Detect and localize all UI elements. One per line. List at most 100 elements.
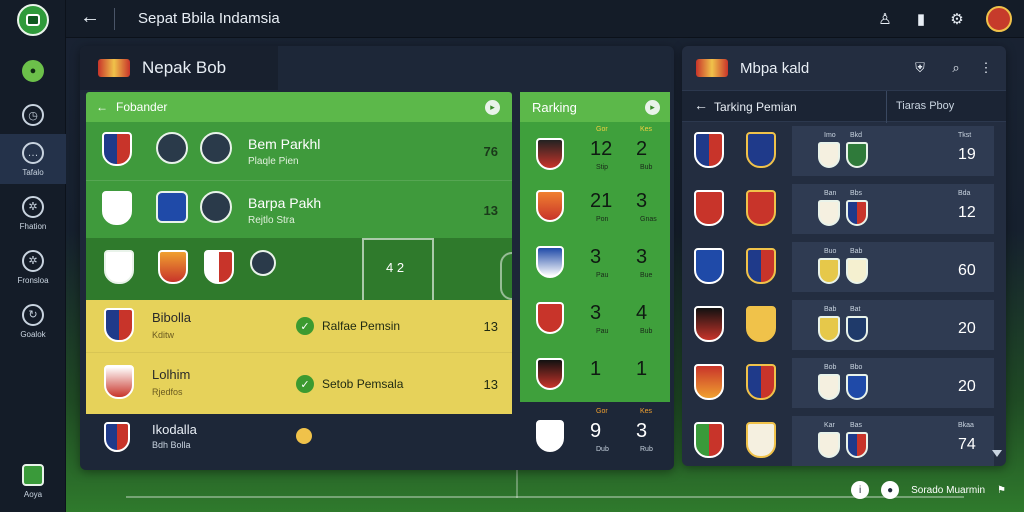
- avatar[interactable]: [986, 6, 1012, 32]
- fixtures-back-button[interactable]: ←: [96, 100, 108, 114]
- team-crest-icon: [846, 316, 868, 342]
- fixtures-card: ← Fobander ▸ Bem Parkhl Plaqle Pien 76 B…: [86, 92, 512, 508]
- team-crest-icon: [846, 258, 868, 284]
- player-avatar: [156, 132, 188, 164]
- match-pitch-row[interactable]: 4 2: [86, 238, 512, 300]
- fixtures-header: ← Fobander ▸: [86, 92, 512, 122]
- player-avatar: [200, 132, 232, 164]
- sidebar-item-chat[interactable]: … Tafalo: [0, 134, 66, 184]
- highlight-row[interactable]: Bibolla Kditw ✓ Ralfae Pemsin 13: [86, 300, 512, 352]
- sidebar-item-results[interactable]: ✲ Fronsloa: [0, 242, 66, 292]
- team-crest-icon: [104, 422, 130, 452]
- search-icon[interactable]: ⌕: [946, 58, 966, 78]
- pitch-score: 4 2: [386, 260, 405, 275]
- ranking-row[interactable]: 1 1: [520, 346, 670, 402]
- team-crest-icon: [746, 132, 776, 168]
- team-crest-icon: [846, 374, 868, 400]
- team-crest-icon: [746, 306, 776, 342]
- standings-row[interactable]: Imo Bkd Tkst 19: [682, 124, 1006, 176]
- ranking-value: 1: [590, 358, 602, 380]
- standings-row[interactable]: Kar Bas Bkaa 74: [682, 414, 1006, 466]
- divider: [114, 8, 115, 30]
- ranking-row[interactable]: Gor Kes 9 3 Dub Rub: [520, 402, 670, 466]
- settings-icon[interactable]: ⚙: [946, 8, 968, 30]
- ranking-sub: Gnas: [640, 216, 657, 223]
- team-sub: Rjedfos: [152, 387, 183, 397]
- team-crest-icon: [746, 422, 776, 458]
- team-name: Lolhim: [152, 367, 191, 382]
- info-icon[interactable]: i: [851, 481, 870, 499]
- fixture-score: 13: [483, 203, 498, 218]
- team-name: Bibolla: [152, 310, 192, 325]
- stats-icon[interactable]: ▮: [910, 8, 932, 30]
- ranking-col-label: Gor: [596, 408, 608, 415]
- sidebar-item-home[interactable]: ●: [0, 46, 66, 96]
- standings-row[interactable]: Ban Bbs Bda 12: [682, 182, 1006, 234]
- standings-tab-ranking[interactable]: Tarking Pemian: [714, 100, 797, 114]
- highlight-row[interactable]: Lolhim Rjedfos ✓ Setob Pemsala 13: [86, 352, 512, 414]
- ranking-value: 3: [636, 246, 648, 268]
- team-crest-icon: [846, 142, 868, 168]
- team-crest-icon: [746, 364, 776, 400]
- ball-icon[interactable]: ●: [881, 481, 900, 499]
- sidebar-item-label: Tafalo: [22, 167, 44, 177]
- expand-icon[interactable]: ▸: [485, 100, 500, 115]
- expand-icon[interactable]: ▸: [645, 100, 660, 115]
- team-crest-icon: [694, 364, 724, 400]
- ranking-row[interactable]: 3 4 Pau Bub: [520, 290, 670, 346]
- ball-icon: ●: [22, 60, 44, 82]
- person-icon[interactable]: ♙: [874, 8, 896, 30]
- ranking-value: 3: [590, 302, 602, 324]
- standings-tab-side[interactable]: Tiaras Pboy: [896, 100, 954, 112]
- team-crest-icon: [156, 191, 188, 223]
- back-button[interactable]: ←: [80, 6, 100, 29]
- ranking-row[interactable]: 3 3 Pau Bue: [520, 234, 670, 290]
- ranking-col-label: Kes: [640, 408, 653, 415]
- ranking-row[interactable]: 21 3 Pon Gnas: [520, 178, 670, 234]
- app-title: Sepat Bbila Indamsia: [138, 10, 280, 27]
- fixture-row[interactable]: Barpa Pakh Rejtlo Stra 13: [86, 180, 512, 238]
- team-crest-icon: [818, 316, 840, 342]
- standings-back-button[interactable]: ←: [694, 97, 708, 113]
- shield-icon[interactable]: ⛨: [910, 58, 930, 78]
- sidebar-item-history[interactable]: ◷: [0, 90, 66, 140]
- team-crest-icon: [818, 142, 840, 168]
- team-crest-icon: [846, 432, 868, 458]
- team-crest-icon: [694, 190, 724, 226]
- gear-ball-icon: ✲: [22, 195, 44, 218]
- top-bar: ← Sepat Bbila Indamsia ♙ ▮ ⚙: [66, 0, 1024, 38]
- standings-row[interactable]: Bab Bat 20: [682, 298, 1006, 350]
- sidebar-item-profile[interactable]: Aoya: [0, 456, 66, 506]
- scroll-down-icon[interactable]: [992, 450, 1002, 457]
- sidebar-item-fixtures[interactable]: ✲ Fhation: [0, 188, 66, 238]
- pitch-arc: [500, 252, 512, 300]
- standings-subheader: ← Tarking Pemian Tiaras Pboy: [682, 90, 1006, 123]
- score-label: Bda: [958, 190, 971, 197]
- ranking-row[interactable]: Gor Kes 12 2 Stip Bub: [520, 122, 670, 178]
- check-icon: ✓: [296, 317, 314, 335]
- team-crest-icon: [536, 246, 564, 278]
- refresh-icon: ↻: [22, 303, 44, 326]
- clock-icon: ◷: [22, 104, 44, 126]
- team-crest-icon: [536, 138, 564, 170]
- more-icon[interactable]: ⋮: [976, 58, 996, 78]
- standings-row[interactable]: Bob Bbo 20: [682, 356, 1006, 408]
- ranking-title: Rarking: [532, 99, 577, 115]
- team-abbr: Bkd: [850, 132, 863, 139]
- team-abbr: Bab: [850, 248, 863, 255]
- fixture-row[interactable]: Bem Parkhl Plaqle Pien 76: [86, 122, 512, 180]
- ranking-sub: Bub: [640, 164, 653, 171]
- flag-icon[interactable]: ⚑: [997, 485, 1006, 496]
- sidebar: ● ◷ … Tafalo ✲ Fhation ✲ Fronsloa ↻ Goal…: [0, 0, 66, 512]
- app-logo[interactable]: [17, 4, 49, 36]
- sidebar-item-label: Goalok: [20, 329, 46, 339]
- ranking-value: 4: [636, 302, 648, 324]
- club-crest-icon: [98, 59, 130, 77]
- ranking-value: 3: [636, 190, 648, 212]
- team-crest-icon: [818, 200, 840, 226]
- sidebar-item-goals[interactable]: ↻ Goalok: [0, 296, 66, 346]
- standings-row[interactable]: Buo Bab 60: [682, 240, 1006, 292]
- fixture-row[interactable]: Ikodalla Bdh Bolla: [86, 414, 512, 460]
- standings-score: 20: [958, 320, 976, 337]
- ranking-header: Rarking ▸: [520, 92, 670, 122]
